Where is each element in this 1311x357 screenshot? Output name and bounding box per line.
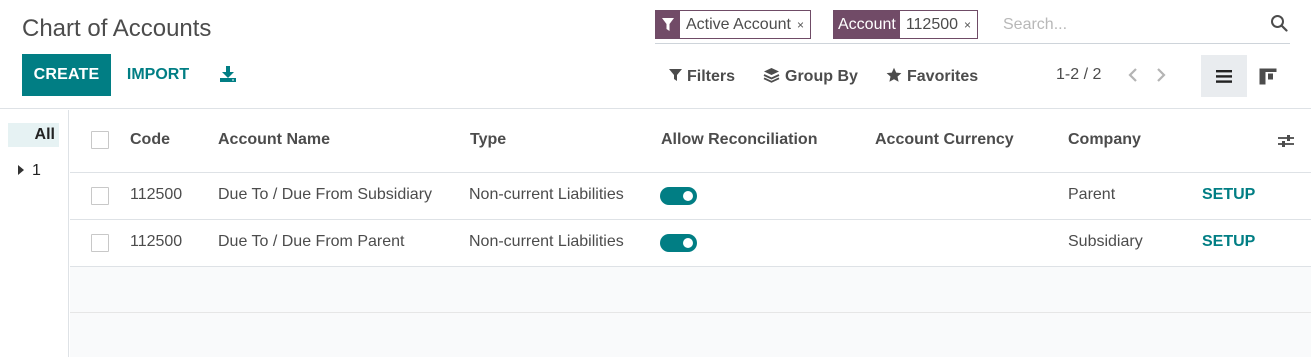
cell-account-name: Due To / Due From Parent [218,233,405,250]
search-facet-account: Account 112500 × [833,10,979,39]
magnifier-icon[interactable] [1268,12,1290,34]
side-panel-item-label: 1 [32,162,41,179]
side-panel-item-1[interactable]: 1 [18,162,41,180]
download-icon[interactable] [212,58,244,90]
column-header-account-currency[interactable]: Account Currency [875,131,1014,149]
import-button[interactable]: IMPORT [114,54,202,96]
caret-right-icon [18,162,24,180]
search-bar: Active Account × Account 112500 × [655,10,1290,44]
favorites-dropdown[interactable]: Favorites [886,63,978,91]
filters-dropdown[interactable]: Filters [669,63,735,91]
select-all-checkbox[interactable] [91,131,109,149]
table-header: Code Account Name Type Allow Reconciliat… [70,110,1311,173]
filter-icon [656,11,680,38]
reconcile-toggle[interactable] [660,234,697,252]
filter-icon [669,68,682,87]
facet-value: Active Account [686,15,791,33]
pager-value[interactable]: 1-2 / 2 [1056,66,1101,84]
kanban-view-button[interactable] [1247,55,1289,97]
toggle-knob [683,191,693,201]
groupby-dropdown[interactable]: Group By [763,63,858,91]
star-icon [886,67,902,88]
search-input[interactable] [1003,12,1253,37]
facet-remove-icon[interactable]: × [797,11,810,38]
table-row[interactable]: 112500 Due To / Due From Parent Non-curr… [70,220,1311,267]
side-panel-item-all[interactable]: All [8,123,59,147]
filters-label: Filters [687,68,736,85]
cell-company: Parent [1068,186,1116,203]
table-row[interactable]: 112500 Due To / Due From Subsidiary Non-… [70,173,1311,220]
toggle-knob [683,238,693,248]
groupby-label: Group By [785,68,858,85]
row-checkbox[interactable] [91,234,109,252]
chevron-right-icon[interactable] [1152,64,1170,86]
chevron-left-icon[interactable] [1124,64,1142,86]
page-title: Chart of Accounts [22,15,212,42]
setup-button[interactable]: SETUP [1202,186,1255,204]
column-header-account-name[interactable]: Account Name [218,131,330,149]
cell-company: Subsidiary [1068,233,1143,250]
favorites-label: Favorites [907,68,979,85]
sliders-icon[interactable] [1277,132,1295,150]
control-panel: Chart of Accounts CREATE IMPORT Active A… [0,0,1311,109]
accounts-list: Code Account Name Type Allow Reconciliat… [70,110,1311,357]
empty-table-row [70,267,1311,313]
row-checkbox[interactable] [91,187,109,205]
cell-type: Non-current Liabilities [469,186,624,203]
facet-remove-icon[interactable]: × [964,11,977,38]
facet-label: Account [834,11,900,38]
column-header-company[interactable]: Company [1068,131,1141,149]
facet-value: 112500 [905,15,959,33]
side-panel: All 1 [0,110,69,357]
column-header-type[interactable]: Type [470,131,506,149]
cell-code: 112500 [130,233,183,250]
cell-type: Non-current Liabilities [469,233,624,250]
list-view-button[interactable] [1201,55,1247,97]
create-button[interactable]: CREATE [22,54,111,96]
column-header-code[interactable]: Code [130,131,170,149]
list-icon [1216,69,1232,83]
setup-button[interactable]: SETUP [1202,233,1255,251]
cell-code: 112500 [130,186,183,203]
layers-icon [763,67,780,88]
kanban-icon [1259,68,1277,84]
search-facet-active-account: Active Account × [655,10,811,39]
column-header-allow-reconciliation[interactable]: Allow Reconciliation [661,131,817,149]
cell-account-name: Due To / Due From Subsidiary [218,186,433,203]
reconcile-toggle[interactable] [660,187,697,205]
